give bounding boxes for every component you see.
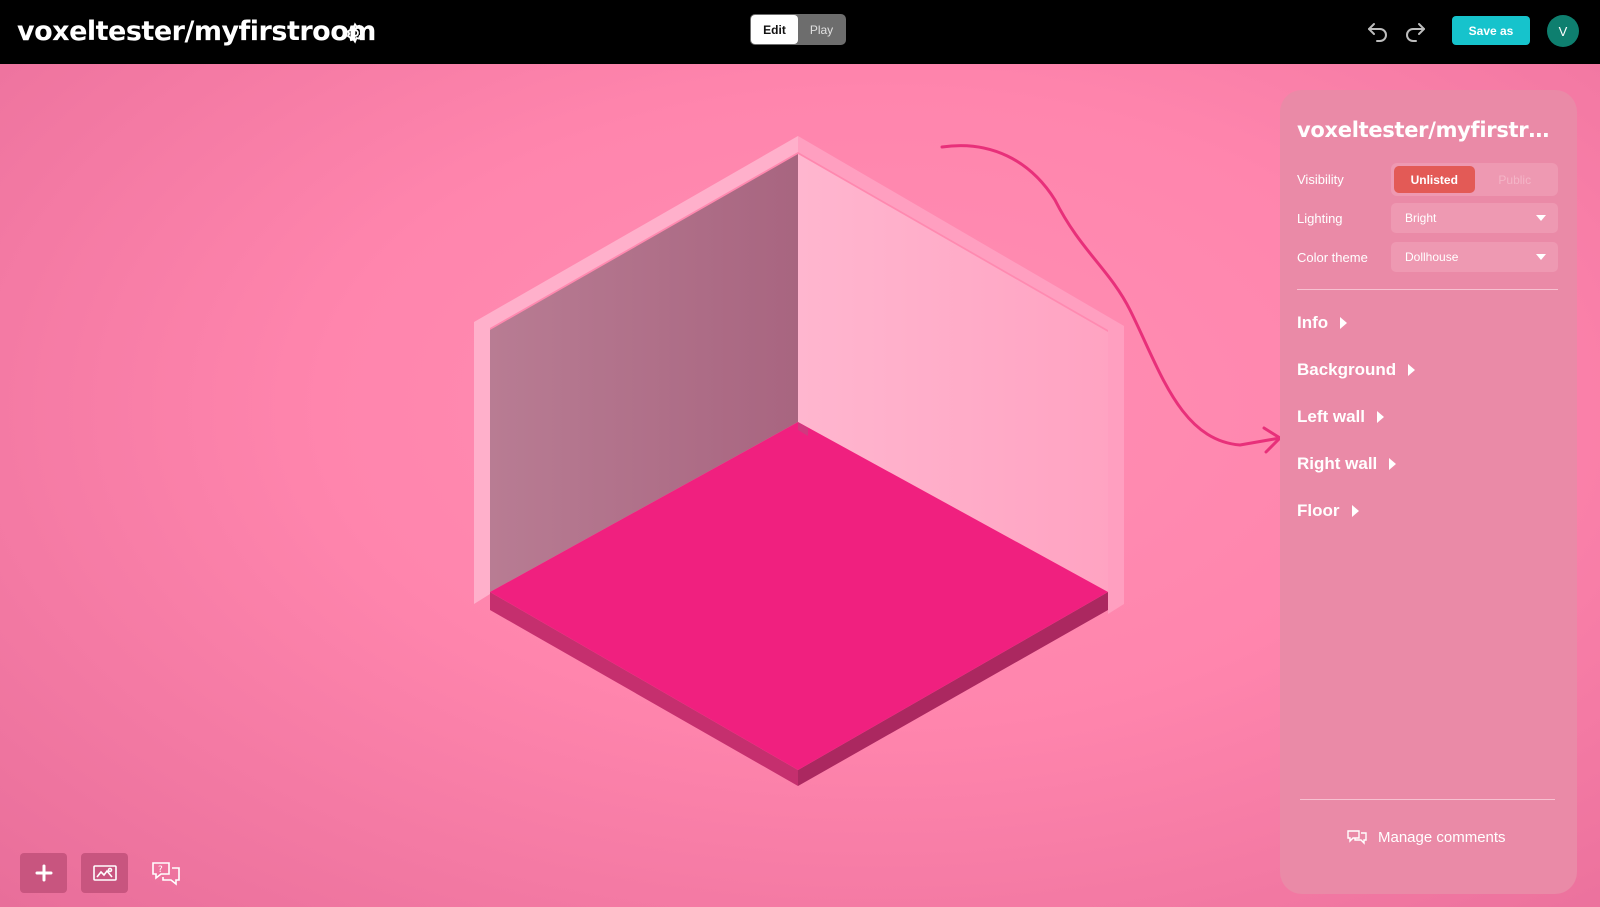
caret-right-icon — [1340, 317, 1348, 329]
section-right-wall[interactable]: Right wall — [1297, 454, 1397, 474]
help-chat-icon: ? — [151, 862, 180, 886]
room-title: voxeltester/myfirstroom — [17, 16, 376, 47]
redo-icon[interactable] — [1403, 19, 1427, 43]
lighting-value: Bright — [1405, 211, 1437, 225]
room-settings-panel: voxeltester/myfirstroom Visibility Unlis… — [1280, 90, 1577, 894]
caret-right-icon — [1351, 505, 1359, 517]
section-left-wall[interactable]: Left wall — [1297, 407, 1385, 427]
visibility-unlisted-button[interactable]: Unlisted — [1394, 166, 1475, 193]
caret-right-icon — [1408, 364, 1416, 376]
gallery-icon — [92, 865, 117, 881]
svg-text:?: ? — [158, 865, 163, 875]
panel-title: voxeltester/myfirstroom — [1297, 118, 1562, 142]
undo-icon[interactable] — [1366, 19, 1390, 43]
lighting-label: Lighting — [1297, 211, 1343, 226]
comments-icon — [1347, 830, 1367, 845]
manage-comments-button[interactable]: Manage comments — [1346, 828, 1506, 846]
color-theme-select[interactable]: Dollhouse — [1391, 242, 1558, 272]
divider — [1300, 799, 1555, 800]
visibility-public-button[interactable]: Public — [1475, 166, 1556, 193]
manage-comments-label: Manage comments — [1378, 828, 1506, 846]
gear-icon[interactable] — [344, 22, 366, 44]
play-mode-button[interactable]: Play — [798, 15, 845, 44]
chevron-down-icon — [1536, 215, 1546, 221]
arrow-annotation — [940, 144, 1282, 454]
visibility-label: Visibility — [1297, 172, 1344, 187]
mode-toggle: Edit Play — [750, 14, 846, 45]
lighting-select[interactable]: Bright — [1391, 203, 1558, 233]
section-label: Left wall — [1297, 407, 1366, 426]
color-theme-label: Color theme — [1297, 250, 1368, 265]
section-background[interactable]: Background — [1297, 360, 1416, 380]
gallery-button[interactable] — [81, 853, 128, 893]
plus-icon — [35, 864, 52, 882]
section-label: Background — [1297, 360, 1397, 379]
help-chat-button[interactable]: ? — [142, 853, 189, 893]
section-label: Info — [1297, 313, 1329, 332]
section-label: Right wall — [1297, 454, 1378, 473]
section-floor[interactable]: Floor — [1297, 501, 1359, 521]
avatar[interactable]: V — [1547, 15, 1579, 47]
section-info[interactable]: Info — [1297, 313, 1348, 333]
chevron-down-icon — [1536, 254, 1546, 260]
divider — [1297, 289, 1558, 290]
add-button[interactable] — [20, 853, 67, 893]
edit-mode-button[interactable]: Edit — [751, 15, 798, 44]
top-bar: voxeltester/myfirstroom Edit Play Save a… — [0, 0, 1600, 64]
caret-right-icon — [1389, 458, 1397, 470]
caret-right-icon — [1377, 411, 1385, 423]
section-label: Floor — [1297, 501, 1340, 520]
visibility-toggle: Unlisted Public — [1391, 163, 1558, 196]
save-as-button[interactable]: Save as — [1452, 16, 1530, 45]
color-theme-value: Dollhouse — [1405, 250, 1459, 264]
